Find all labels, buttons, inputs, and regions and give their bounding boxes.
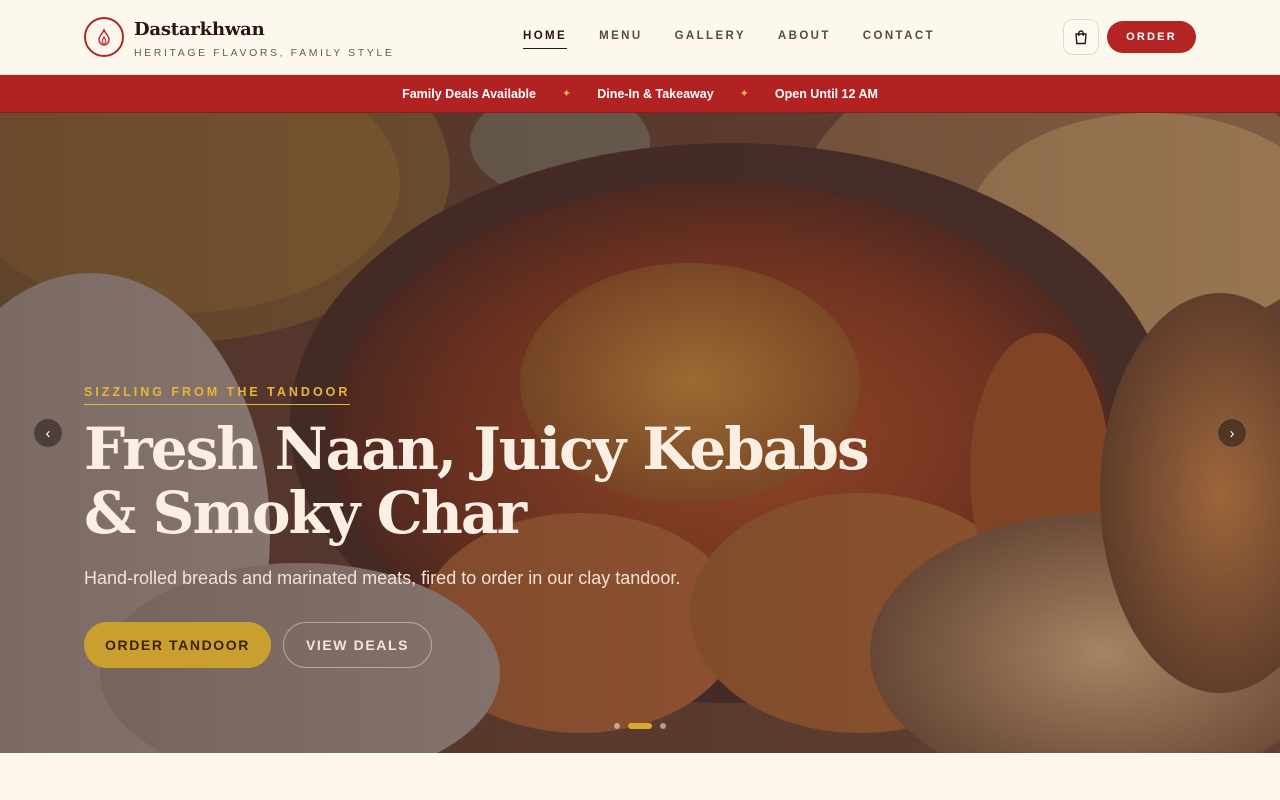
flame-icon (98, 28, 110, 46)
carousel-dots (614, 723, 666, 729)
hero-carousel: ‹ › SIZZLING FROM THE TANDOOR Fresh Naan… (0, 113, 1280, 753)
nav-item-about[interactable]: ABOUT (778, 30, 831, 49)
brand-name[interactable]: Dastarkhwan (134, 19, 265, 40)
ticker-item: Open Until 12 AM (774, 86, 878, 101)
order-button[interactable]: ORDER (1107, 21, 1196, 53)
shopping-bag-icon (1075, 30, 1087, 45)
sparkle-icon: ✦ (561, 88, 572, 100)
cart-button[interactable] (1063, 19, 1099, 55)
site-header: Dastarkhwan HERITAGE FLAVORS, FAMILY STY… (0, 0, 1280, 75)
sparkle-icon: ✦ (739, 88, 749, 100)
carousel-dot[interactable] (660, 723, 666, 729)
carousel-next-button[interactable]: › (1217, 418, 1247, 448)
nav-item-home[interactable]: HOME (523, 30, 568, 49)
carousel-dot-active[interactable] (628, 723, 652, 729)
nav-item-menu[interactable]: MENU (599, 30, 642, 49)
ticker-item: Family Deals Available (402, 86, 536, 101)
nav-item-gallery[interactable]: GALLERY (675, 30, 746, 49)
main-nav: HOME MENU GALLERY ABOUT CONTACT (523, 30, 967, 49)
carousel-dot[interactable] (614, 723, 620, 729)
order-tandoor-button[interactable]: ORDER TANDOOR (84, 622, 271, 668)
nav-item-contact[interactable]: CONTACT (863, 30, 935, 49)
carousel-prev-button[interactable]: ‹ (33, 418, 63, 448)
brand-tagline: HERITAGE FLAVORS, FAMILY STYLE (134, 47, 395, 59)
announcement-bar: Family Deals Available ✦ Dine-In & Takea… (0, 75, 1280, 113)
logo[interactable] (84, 17, 124, 57)
view-deals-button[interactable]: VIEW DEALS (283, 622, 432, 668)
hero-eyebrow: SIZZLING FROM THE TANDOOR (84, 385, 351, 405)
ticker-item: Dine-In & Takeaway (597, 86, 714, 101)
hero-subtitle: Hand-rolled breads and marinated meats, … (84, 568, 681, 588)
hero-headline: Fresh Naan, Juicy Kebabs & Smoky Char (84, 415, 870, 547)
